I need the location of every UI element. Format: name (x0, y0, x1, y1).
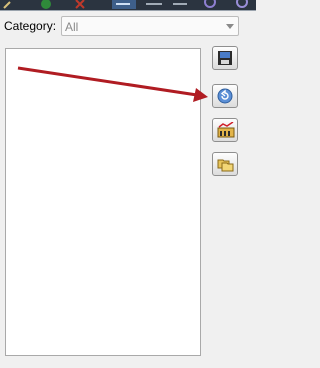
close-icon[interactable] (72, 0, 88, 9)
wrench-icon[interactable] (2, 0, 14, 9)
chart-report-icon (217, 122, 235, 138)
open-folder-button[interactable] (212, 152, 238, 176)
check-circle-icon[interactable] (38, 0, 54, 9)
items-list[interactable] (5, 48, 201, 356)
category-row: Category: All (0, 14, 256, 38)
top-toolbar-strip (0, 0, 256, 11)
expand-arrows-icon[interactable] (144, 0, 164, 9)
report-button[interactable] (212, 118, 238, 142)
refresh-swirl-icon[interactable] (200, 0, 220, 9)
save-button[interactable] (212, 46, 238, 70)
restore-icon (217, 88, 233, 104)
back-arrow-icon[interactable] (112, 0, 136, 9)
sync-swirl-icon[interactable] (232, 0, 252, 9)
folders-icon (217, 159, 234, 172)
link-arrows-icon[interactable] (170, 0, 190, 9)
category-selected-value: All (65, 20, 79, 34)
category-label: Category: (4, 19, 57, 33)
save-disk-icon (218, 51, 232, 65)
restore-button[interactable] (212, 84, 238, 108)
category-dropdown[interactable]: All (61, 16, 239, 36)
chevron-down-icon (226, 24, 234, 29)
